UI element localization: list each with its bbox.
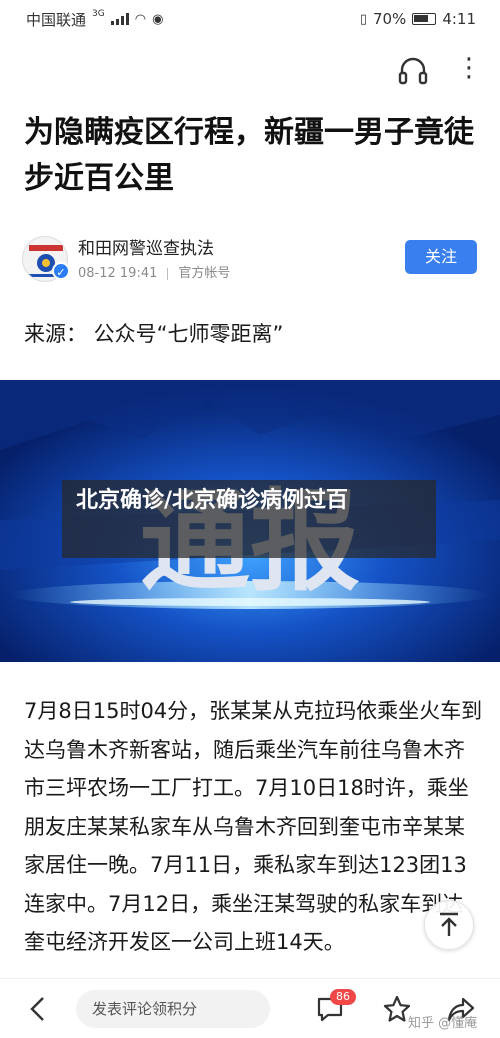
star-icon[interactable]: [383, 995, 411, 1023]
author-meta: 08-12 19:41 官方帐号: [78, 262, 230, 281]
comment-input[interactable]: 发表评论领积分: [76, 990, 270, 1028]
back-icon[interactable]: [26, 995, 50, 1023]
vibrate-icon: ▯: [359, 11, 367, 27]
clock: 4:11: [442, 10, 476, 28]
nfc-icon: ◉: [152, 11, 164, 27]
account-type: 官方帐号: [178, 266, 231, 281]
author-name[interactable]: 和田网警巡查执法: [78, 234, 214, 259]
article-body: 7月8日15时04分，张某某从克拉玛依乘坐火车到达乌鲁木齐新客站，随后乘坐汽车前…: [24, 699, 483, 954]
headphone-icon[interactable]: [395, 52, 431, 88]
publish-date: 08-12 19:41: [78, 266, 158, 281]
meta-divider: [167, 267, 169, 280]
scroll-top-button[interactable]: [424, 900, 474, 950]
signal-icon: [110, 13, 129, 25]
watermark: 知乎 @懂庵: [408, 1016, 478, 1031]
top-bar: ⋮: [0, 38, 500, 96]
scroll-top-icon: [440, 912, 458, 936]
battery-percent: 70%: [372, 10, 407, 28]
comment-count-badge: 86: [330, 989, 356, 1005]
battery-icon: [412, 13, 437, 25]
status-right: ▯ 70% 4:11: [360, 10, 476, 28]
network-label: 3G: [92, 9, 105, 19]
verified-badge-icon: ✓: [52, 262, 70, 280]
carrier-label: 中国联通: [26, 10, 87, 29]
follow-button[interactable]: 关注: [405, 240, 477, 274]
more-icon[interactable]: ⋮: [456, 50, 482, 86]
wifi-icon: ◠: [134, 11, 147, 27]
article-title: 为隐瞒疫区行程，新疆一男子竟徒步近百公里: [24, 115, 474, 196]
status-bar: 中国联通 3G ◠ ◉ ▯ 70% 4:11: [0, 0, 500, 38]
image-caption: 北京确诊/北京确诊病例过百: [62, 480, 436, 558]
author-row: ✓ 和田网警巡查执法 08-12 19:41 官方帐号 关注: [22, 232, 482, 288]
source-line: 来源： 公众号“七师零距离”: [24, 322, 284, 346]
status-left: 中国联通 3G ◠ ◉: [26, 9, 163, 30]
